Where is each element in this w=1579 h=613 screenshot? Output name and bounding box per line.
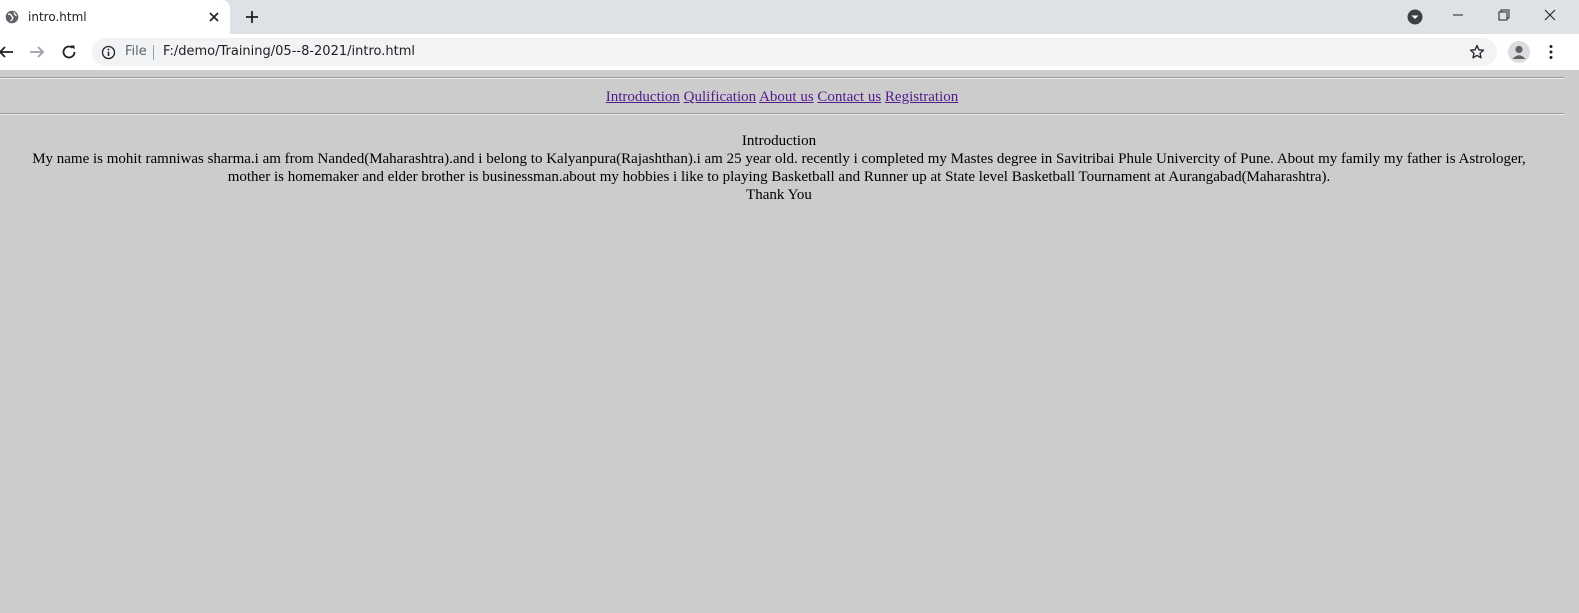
horizontal-rule bbox=[0, 113, 1564, 115]
nav-link-contact-us[interactable]: Contact us bbox=[817, 89, 881, 105]
forward-arrow-icon[interactable] bbox=[28, 43, 46, 61]
closing-text: Thank You bbox=[746, 187, 812, 203]
nav-link-registration[interactable]: Registration bbox=[885, 89, 958, 105]
info-icon[interactable] bbox=[101, 45, 116, 60]
browser-toolbar: File F:/demo/Training/05--8-2021/intro.h… bbox=[0, 34, 1579, 70]
globe-icon bbox=[5, 10, 19, 24]
bookmark-star-icon[interactable] bbox=[1469, 44, 1485, 60]
nav-link-qulification[interactable]: Qulification bbox=[684, 89, 756, 105]
tab-search-icon[interactable] bbox=[1406, 8, 1424, 26]
intro-paragraph: My name is mohit ramniwas sharma.i am fr… bbox=[32, 151, 1526, 185]
nav-link-about-us[interactable]: About us bbox=[759, 89, 814, 105]
browser-tab[interactable]: intro.html bbox=[0, 0, 230, 34]
nav-link-introduction[interactable]: Introduction bbox=[606, 89, 680, 105]
url-text[interactable]: F:/demo/Training/05--8-2021/intro.html bbox=[163, 44, 415, 60]
horizontal-rule bbox=[0, 77, 1564, 79]
intro-content: Introduction My name is mohit ramniwas s… bbox=[28, 132, 1530, 204]
page-nav: Introduction Qulification About us Conta… bbox=[0, 88, 1564, 106]
chip-divider bbox=[153, 45, 154, 60]
close-tab-icon[interactable] bbox=[206, 9, 222, 25]
reload-icon[interactable] bbox=[60, 43, 78, 61]
address-bar[interactable]: File F:/demo/Training/05--8-2021/intro.h… bbox=[92, 38, 1497, 66]
more-menu-icon[interactable] bbox=[1542, 43, 1560, 61]
person-icon bbox=[1512, 45, 1526, 59]
close-icon bbox=[1544, 9, 1556, 21]
restore-button[interactable] bbox=[1481, 0, 1527, 30]
tab-strip: intro.html bbox=[0, 0, 1579, 34]
back-arrow-icon[interactable] bbox=[0, 43, 15, 61]
window-close-button[interactable] bbox=[1527, 0, 1573, 30]
minimize-button[interactable] bbox=[1435, 0, 1481, 30]
site-info-chip[interactable]: File bbox=[125, 44, 147, 60]
restore-icon bbox=[1498, 9, 1510, 21]
page-viewport: Introduction Qulification About us Conta… bbox=[0, 70, 1579, 613]
minimize-icon bbox=[1453, 14, 1463, 16]
section-heading: Introduction bbox=[741, 133, 817, 149]
profile-avatar-icon[interactable] bbox=[1508, 41, 1530, 63]
plus-icon[interactable] bbox=[243, 8, 261, 26]
tab-title: intro.html bbox=[28, 10, 87, 24]
